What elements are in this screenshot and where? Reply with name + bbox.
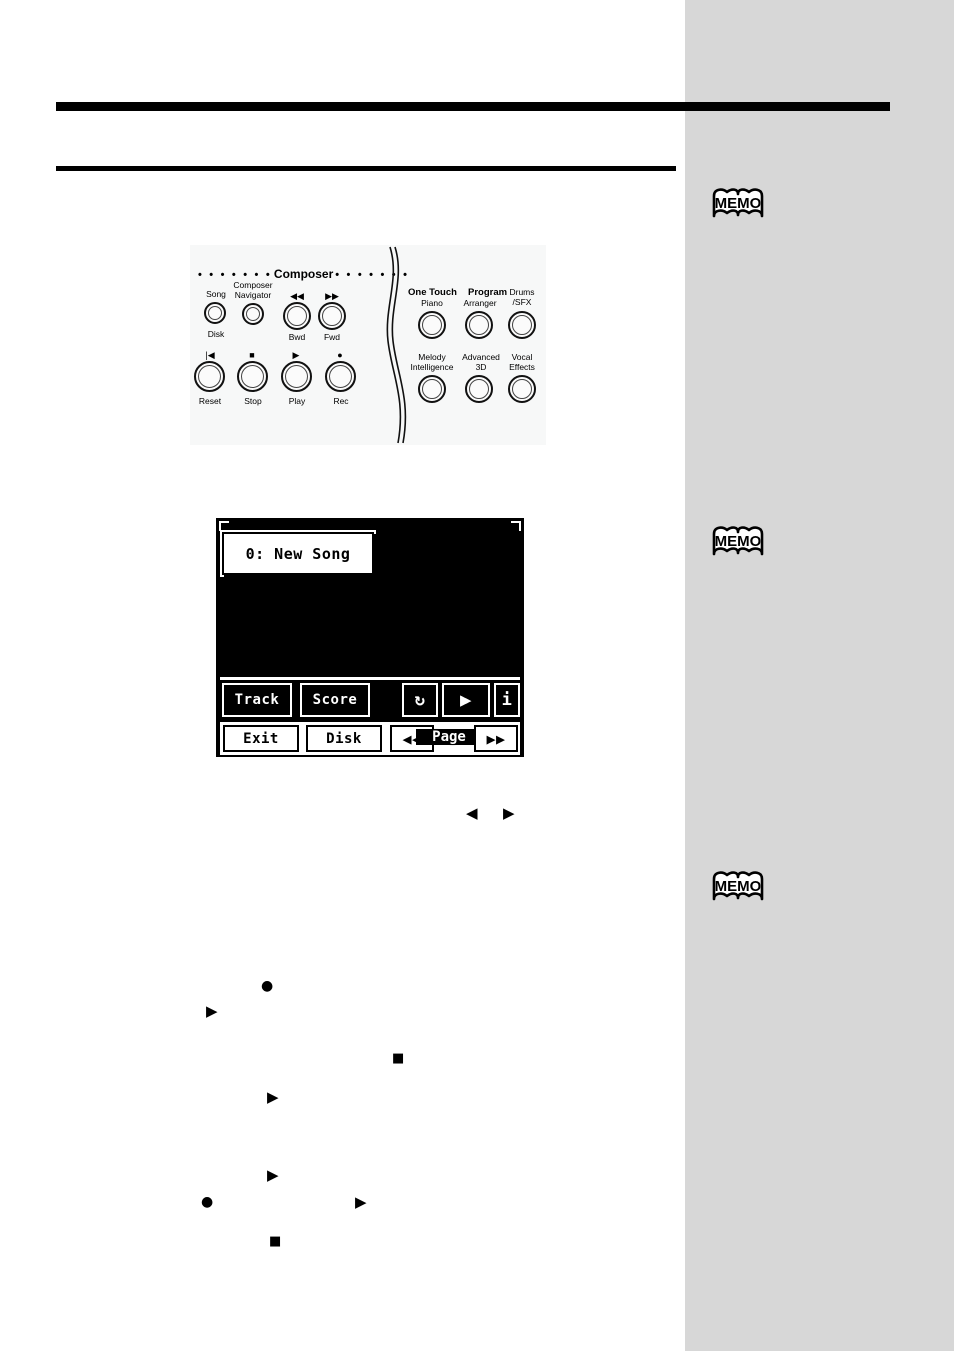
bwd-icon: ◀◀ xyxy=(290,291,304,301)
lcd-track-button[interactable]: Track xyxy=(222,683,292,717)
memo-icon: MEMO xyxy=(710,524,766,558)
cursor-left-icon: ◀ xyxy=(466,804,478,822)
play-icon-3: ▶ xyxy=(267,1166,279,1184)
advanced-3d-button[interactable] xyxy=(465,375,493,403)
svg-text:MEMO: MEMO xyxy=(715,878,762,895)
header-rule-thick xyxy=(56,102,890,111)
play-label: Play xyxy=(288,396,306,406)
melody-intelligence-button[interactable] xyxy=(418,375,446,403)
lcd-soft-button-row: Track Score ↻ ▶ i xyxy=(220,683,520,717)
bwd-knob[interactable] xyxy=(283,302,311,330)
play-icon-1: ▶ xyxy=(206,1002,218,1020)
bwd-label: Bwd xyxy=(288,332,306,342)
one-touch-title: One Touch xyxy=(408,287,457,298)
play-button[interactable] xyxy=(281,361,312,392)
arranger-label: Arranger xyxy=(463,298,497,308)
lcd-page-label: Page xyxy=(416,729,482,745)
lcd-divider xyxy=(220,677,520,680)
svg-text:MEMO: MEMO xyxy=(715,533,762,550)
drums-sfx-label-line2: /SFX xyxy=(512,297,532,307)
rec-button[interactable] xyxy=(325,361,356,392)
lcd-loop-icon-button[interactable]: ↻ xyxy=(402,683,438,717)
rec-icon: ● xyxy=(337,350,343,360)
stop-icon: ■ xyxy=(249,350,255,360)
lcd-page-next-button[interactable]: ▶▶ xyxy=(474,725,518,752)
arranger-button[interactable] xyxy=(465,311,493,339)
vocal-effects-button[interactable] xyxy=(508,375,536,403)
vocal-effects-label-line2: Effects xyxy=(509,362,535,372)
composer-navigator-knob[interactable] xyxy=(242,303,264,325)
lcd-bottom-button-row: Exit Disk ◀◀ Page ▶▶ xyxy=(220,722,520,755)
play-icon-2: ▶ xyxy=(267,1088,279,1106)
cursor-right-icon: ▶ xyxy=(503,804,515,822)
svg-text:MEMO: MEMO xyxy=(715,195,762,212)
reset-icon: |◀ xyxy=(205,350,215,360)
panel-wave-separator xyxy=(376,245,416,445)
memo-icon: MEMO xyxy=(710,869,766,903)
memo-icon: MEMO xyxy=(710,186,766,220)
header-rule-thin xyxy=(56,166,676,171)
fwd-label: Fwd xyxy=(323,332,341,342)
lcd-disk-button[interactable]: Disk xyxy=(306,725,382,752)
lcd-screen-figure: 0: New Song Track Score ↻ ▶ i Exit Disk … xyxy=(216,518,524,757)
composer-navigator-label-line2: Navigator xyxy=(234,290,272,300)
fwd-icon: ▶▶ xyxy=(325,291,339,301)
control-panel-figure: • • • • • • • Composer • • • • • • • Song … xyxy=(190,245,546,445)
play-icon: ▶ xyxy=(292,350,300,360)
composer-section-label: Composer xyxy=(273,267,334,281)
play-icon-4: ▶ xyxy=(355,1193,367,1211)
rec-icon-1: ● xyxy=(261,978,274,994)
stop-button[interactable] xyxy=(237,361,268,392)
lcd-play-icon-button[interactable]: ▶ xyxy=(442,683,490,717)
rec-icon-2: ● xyxy=(201,1194,214,1210)
rec-label: Rec xyxy=(333,396,349,406)
drums-sfx-button[interactable] xyxy=(508,311,536,339)
stop-icon-2: ■ xyxy=(269,1234,282,1249)
stop-label: Stop xyxy=(244,396,262,406)
lcd-corner-top-right xyxy=(511,521,521,531)
lcd-corner-top-left xyxy=(219,521,229,531)
composer-section-header: • • • • • • • Composer • • • • • • • xyxy=(198,267,407,281)
song-name-field[interactable]: 0: New Song xyxy=(222,532,374,575)
song-name-value: 0: New Song xyxy=(245,545,351,563)
piano-button[interactable] xyxy=(418,311,446,339)
song-disk-knob[interactable] xyxy=(204,302,226,324)
lcd-exit-button[interactable]: Exit xyxy=(223,725,299,752)
piano-label: Piano xyxy=(421,298,443,308)
stop-icon-1: ■ xyxy=(392,1051,405,1066)
lcd-score-button[interactable]: Score xyxy=(300,683,370,717)
lcd-info-button[interactable]: i xyxy=(494,683,520,717)
disk-label: Disk xyxy=(207,329,225,339)
fwd-knob[interactable] xyxy=(318,302,346,330)
reset-button[interactable] xyxy=(194,361,225,392)
reset-label: Reset xyxy=(198,396,222,406)
